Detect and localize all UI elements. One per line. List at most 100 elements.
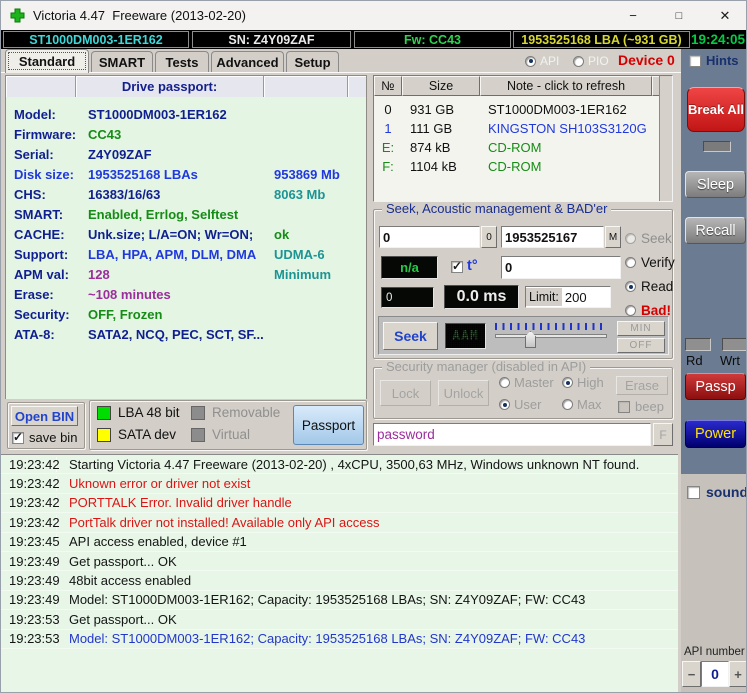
api-radio-circle-icon[interactable] [525, 55, 536, 67]
log-entry: 19:23:49 48bit access enabled [1, 571, 678, 591]
aam-slider-groove [495, 334, 607, 338]
passport-row-erase: Erase: ~108 minutes [6, 284, 366, 304]
tab-advanced[interactable]: Advanced [211, 51, 284, 73]
mode-verify-radio[interactable]: Verify [625, 255, 675, 270]
master-label: Master [514, 375, 554, 390]
passp-button[interactable]: Passp [685, 373, 746, 400]
security-panel: Security manager (disabled in API) Lock … [373, 360, 673, 419]
mode-seek-radio-circle-icon[interactable] [625, 233, 636, 244]
beep-checkbox-box-icon[interactable] [618, 400, 630, 413]
save-bin-checkbox[interactable]: save bin [12, 430, 77, 445]
temperature-input[interactable] [501, 256, 621, 279]
end-lba-max-button[interactable]: M [605, 226, 621, 248]
recall-button[interactable]: Recall [685, 217, 746, 244]
drive-list-scrollbar[interactable] [659, 76, 672, 201]
max-radio-circle-icon[interactable] [562, 399, 573, 410]
lock-button[interactable]: Lock [380, 380, 431, 406]
api-radio[interactable]: API [525, 54, 559, 68]
user-label: User [514, 397, 542, 412]
aam-off-button[interactable]: OFF [617, 338, 665, 353]
passport-row-serial: Serial: Z4Y09ZAF [6, 144, 366, 164]
tab-setup[interactable]: Setup [286, 51, 339, 73]
api-number-increment-button[interactable]: + [729, 661, 746, 687]
drive-row[interactable]: 0 931 GB ST1000DM003-1ER162 [374, 100, 672, 119]
log-entry: 19:23:49 Model: ST1000DM003-1ER162; Capa… [1, 591, 678, 611]
status-capacity: 1953525168 LBA (~931 GB) [513, 31, 690, 48]
mode-bad-radio-circle-icon[interactable] [625, 305, 636, 316]
tab-standard[interactable]: Standard [5, 49, 89, 73]
maximize-icon[interactable]: □ [656, 1, 702, 30]
tab-tests[interactable]: Tests [155, 51, 209, 73]
beep-checkbox[interactable]: beep [618, 399, 664, 414]
password-input[interactable] [373, 423, 651, 446]
log-text: Uknown error or driver not exist [69, 476, 251, 492]
field-value: SATA2, NCQ, PEC, SCT, SF... [88, 326, 264, 342]
start-lba-zero-button[interactable]: 0 [481, 226, 497, 248]
api-number-decrement-button[interactable]: − [682, 661, 701, 687]
field-value: 1953525168 LBAs [88, 166, 198, 182]
virtual-swatch-icon [191, 427, 205, 442]
drive-passport-panel: Drive passport: Model: ST1000DM003-1ER16… [5, 75, 367, 399]
open-bin-button[interactable]: Open BIN [11, 406, 78, 426]
temperature-label: t° [467, 258, 478, 274]
mode-verify-radio-circle-icon[interactable] [625, 257, 636, 268]
high-radio[interactable]: High [562, 375, 604, 390]
temperature-checkbox-box-icon[interactable] [451, 259, 463, 273]
end-lba-input[interactable] [501, 226, 604, 248]
high-radio-circle-icon[interactable] [562, 377, 573, 388]
master-radio-circle-icon[interactable] [499, 377, 510, 388]
log-text: Get passport... OK [69, 553, 177, 569]
sound-checkbox[interactable]: sound [687, 484, 746, 500]
aam-min-button[interactable]: MIN [617, 321, 665, 336]
save-bin-label: save bin [29, 430, 78, 445]
limit-input[interactable] [561, 288, 610, 306]
drive-list-header-note[interactable]: Note - click to refresh [480, 76, 652, 96]
sound-checkbox-box-icon[interactable] [687, 485, 700, 499]
sleep-button[interactable]: Sleep [685, 171, 746, 198]
drive-row[interactable]: F: 1104 kB CD-ROM [374, 157, 672, 176]
field-value: ST1000DM003-1ER162 [88, 106, 227, 122]
user-radio-circle-icon[interactable] [499, 399, 510, 410]
rd-label: Rd [686, 353, 703, 368]
get-passport-button[interactable]: Passport [293, 405, 364, 445]
pio-radio-circle-icon[interactable] [573, 55, 584, 67]
erase-button[interactable]: Erase [616, 376, 668, 395]
api-number-label: API number [684, 646, 745, 658]
hints-checkbox-box-icon[interactable] [689, 54, 701, 67]
drive-passport-header: Drive passport: [6, 76, 366, 97]
wrt-label: Wrt [720, 353, 740, 368]
drive-row[interactable]: 1 111 GB KINGSTON SH103S3120G [374, 119, 672, 138]
field-label: Serial: [14, 146, 54, 162]
drive-row[interactable]: E: 874 kB CD-ROM [374, 138, 672, 157]
mode-read-radio[interactable]: Read [625, 279, 673, 294]
log-entry: 19:23:42 Uknown error or driver not exis… [1, 474, 678, 494]
hints-checkbox[interactable]: Hints [689, 53, 739, 68]
minimize-icon[interactable]: − [610, 1, 656, 30]
mode-read-radio-circle-icon[interactable] [625, 281, 636, 292]
seek-button[interactable]: Seek [383, 322, 438, 350]
user-radio[interactable]: User [499, 397, 541, 412]
aam-slider[interactable] [495, 323, 607, 348]
power-button[interactable]: Power [685, 420, 746, 448]
pio-radio[interactable]: PIO [573, 54, 609, 68]
drive-list-header-size[interactable]: Size [402, 76, 480, 96]
field-value: Unk.size; L/A=ON; Wr=ON; [88, 226, 254, 242]
mode-seek-radio[interactable]: Seek [625, 231, 672, 246]
mode-verify-label: Verify [641, 255, 675, 270]
lba48-flag: LBA 48 bit [97, 405, 180, 420]
drive-note: CD-ROM [488, 159, 542, 174]
close-icon[interactable]: ✕ [702, 1, 746, 30]
unlock-button[interactable]: Unlock [438, 380, 489, 406]
log-entry: 19:23:53 Get passport... OK [1, 610, 678, 630]
max-radio[interactable]: Max [562, 397, 602, 412]
save-bin-checkbox-box-icon[interactable] [12, 430, 24, 444]
mode-seek-label: Seek [641, 231, 672, 246]
start-lba-input[interactable] [379, 226, 480, 248]
tab-smart[interactable]: SMART [91, 51, 153, 73]
break-all-button[interactable]: Break All [687, 87, 745, 132]
password-file-button[interactable]: F [653, 423, 673, 446]
master-radio[interactable]: Master [499, 375, 554, 390]
drive-list-header-num[interactable]: № [374, 76, 402, 96]
log-time: 19:23:53 [1, 631, 60, 647]
log-text: Model: ST1000DM003-1ER162; Capacity: 195… [69, 631, 586, 647]
